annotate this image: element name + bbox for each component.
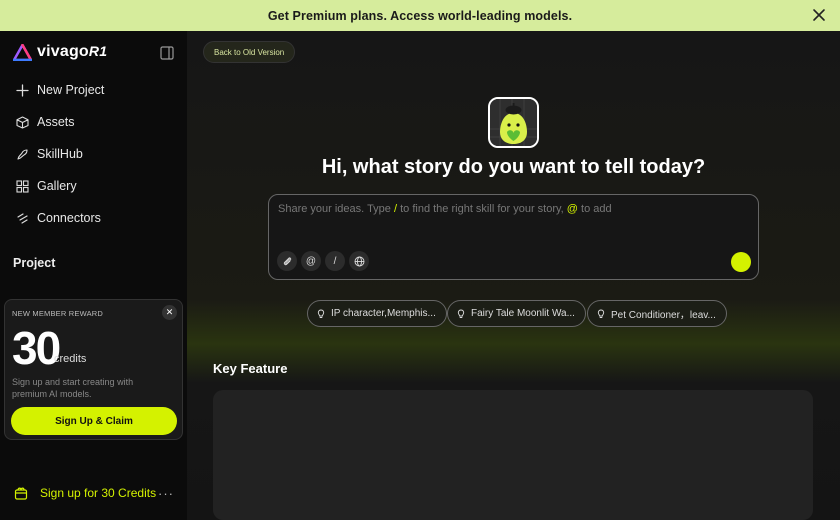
reward-tag: NEW MEMBER REWARD — [12, 309, 104, 318]
key-feature-card[interactable] — [213, 390, 813, 520]
lightbulb-icon — [317, 309, 325, 318]
key-feature-title: Key Feature — [213, 361, 288, 376]
main-content: Back to Old Version Hi, what story do yo… — [187, 31, 840, 520]
back-to-old-version-button[interactable]: Back to Old Version — [203, 41, 296, 63]
gift-icon — [14, 487, 28, 500]
sidebar-item-label: SkillHub — [37, 147, 83, 161]
plus-icon — [16, 83, 29, 97]
reward-amount: 30 — [12, 322, 61, 374]
sidebar: vivagoR1 New Project Assets SkillHub Gal… — [0, 31, 187, 520]
prompt-placeholder: Share your ideas. Type / to find the rig… — [278, 203, 612, 215]
sidebar-item-gallery[interactable]: Gallery — [16, 179, 77, 193]
mascot-image — [490, 99, 537, 146]
suggestion-label: Pet Conditioner，leav... — [611, 310, 716, 321]
logo[interactable]: vivagoR1 — [13, 43, 107, 61]
close-icon[interactable] — [810, 6, 828, 24]
signup-credits-label: Sign up for 30 Credits — [40, 486, 157, 500]
mention-button[interactable]: @ — [301, 251, 321, 271]
logo-text: vivagoR1 — [37, 43, 108, 60]
skill-command-button[interactable]: / — [325, 251, 345, 271]
suggestion-label: Fairy Tale Moonlit Wa... — [471, 308, 575, 319]
suggestion-label: IP character,Memphis... — [331, 308, 436, 319]
signup-credits-link[interactable]: Sign up for 30 Credits — [14, 486, 156, 500]
sidebar-item-label: New Project — [37, 83, 105, 97]
grid-icon — [16, 179, 29, 193]
reward-unit: credits — [54, 353, 87, 365]
new-member-reward-card: NEW MEMBER REWARD ✕ 30 credits Sign up a… — [4, 299, 183, 440]
sidebar-collapse-icon[interactable] — [160, 46, 174, 60]
sidebar-item-label: Assets — [37, 115, 75, 129]
banner-text: Get Premium plans. Access world-leading … — [267, 8, 573, 23]
sign-up-claim-button[interactable]: Sign Up & Claim — [11, 407, 177, 435]
reward-close-button[interactable]: ✕ — [162, 305, 177, 320]
mascot-avatar — [488, 97, 539, 148]
reward-description: Sign up and start creating with premium … — [12, 377, 134, 399]
paperclip-icon — [283, 256, 291, 265]
suggestion-chip[interactable]: Fairy Tale Moonlit Wa... — [447, 300, 586, 327]
sidebar-item-skillhub[interactable]: SkillHub — [16, 147, 83, 161]
cube-icon — [16, 115, 29, 129]
sidebar-item-label: Connectors — [37, 211, 101, 225]
attach-button[interactable] — [277, 251, 297, 271]
send-button[interactable] — [731, 252, 751, 272]
logo-icon — [13, 43, 32, 61]
skill-icon — [17, 148, 28, 160]
lightbulb-icon — [457, 309, 465, 318]
project-section-title: Project — [13, 256, 56, 270]
sidebar-item-new-project[interactable]: New Project — [16, 83, 104, 97]
sidebar-item-assets[interactable]: Assets — [16, 115, 75, 129]
suggestion-chip[interactable]: IP character,Memphis... — [307, 300, 447, 327]
connector-icon — [17, 212, 28, 224]
page-headline: Hi, what story do you want to tell today… — [321, 156, 706, 178]
prompt-input[interactable]: Share your ideas. Type / to find the rig… — [268, 194, 759, 280]
promo-banner: Get Premium plans. Access world-leading … — [0, 0, 840, 31]
globe-icon — [354, 256, 364, 266]
lightbulb-icon — [597, 309, 605, 318]
more-options-button[interactable]: ··· — [158, 486, 174, 501]
web-search-button[interactable] — [349, 251, 369, 271]
sidebar-item-label: Gallery — [37, 179, 77, 193]
suggestion-chip[interactable]: Pet Conditioner，leav... — [587, 300, 727, 327]
sidebar-item-connectors[interactable]: Connectors — [16, 211, 101, 225]
